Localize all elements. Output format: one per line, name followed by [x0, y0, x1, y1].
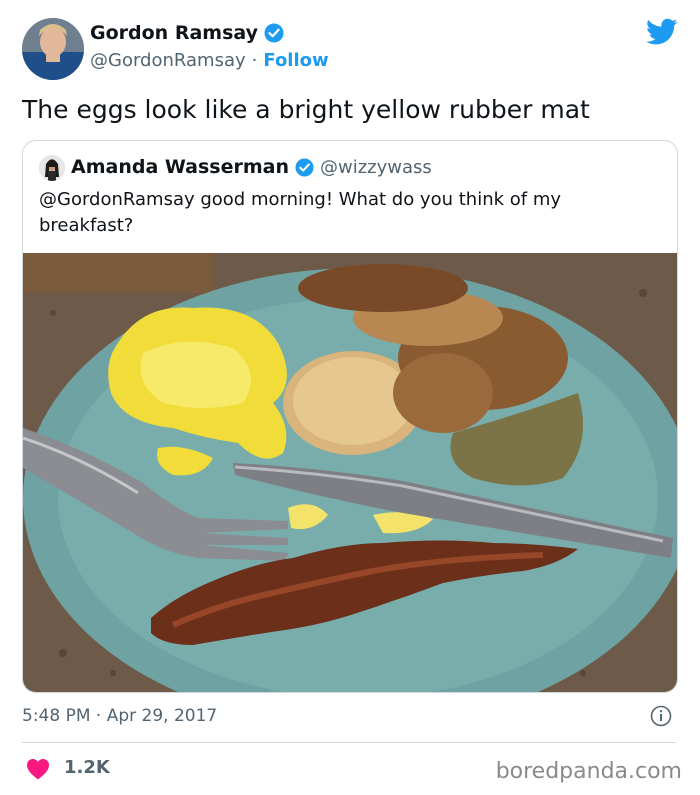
quoted-author-row: Amanda Wasserman @wizzywass — [71, 156, 432, 178]
quoted-author-handle[interactable]: @wizzywass — [320, 157, 432, 178]
author-name-row: Gordon Ramsay — [90, 22, 284, 44]
follow-button[interactable]: Follow — [263, 50, 328, 71]
author-handle[interactable]: @GordonRamsay — [90, 50, 246, 71]
tweet-text: The eggs look like a bright yellow rubbe… — [22, 95, 590, 124]
verified-badge-icon — [264, 23, 284, 43]
twitter-bird-icon[interactable] — [646, 18, 678, 46]
author-avatar[interactable] — [22, 18, 84, 80]
breakfast-photo[interactable] — [23, 253, 677, 692]
tweet-timestamp[interactable]: 5:48 PM · Apr 29, 2017 — [22, 706, 217, 726]
heart-icon[interactable] — [26, 758, 50, 780]
like-count[interactable]: 1.2K — [64, 757, 110, 778]
quoted-tweet-card[interactable]: Amanda Wasserman @wizzywass @GordonRamsa… — [22, 140, 678, 693]
quoted-tweet-text: @GordonRamsay good morning! What do you … — [39, 189, 562, 236]
divider — [22, 742, 676, 743]
author-name[interactable]: Gordon Ramsay — [90, 22, 258, 44]
avatar-image — [22, 18, 84, 80]
separator-dot: · — [251, 50, 258, 71]
quoted-avatar-image — [39, 155, 65, 181]
quoted-author-name[interactable]: Amanda Wasserman — [71, 156, 289, 178]
quoted-verified-badge-icon — [295, 157, 314, 177]
info-icon[interactable] — [650, 705, 672, 727]
quoted-author-avatar[interactable] — [39, 155, 65, 181]
author-handle-row: @GordonRamsay · Follow — [90, 50, 329, 71]
watermark: boredpanda.com — [495, 759, 682, 784]
